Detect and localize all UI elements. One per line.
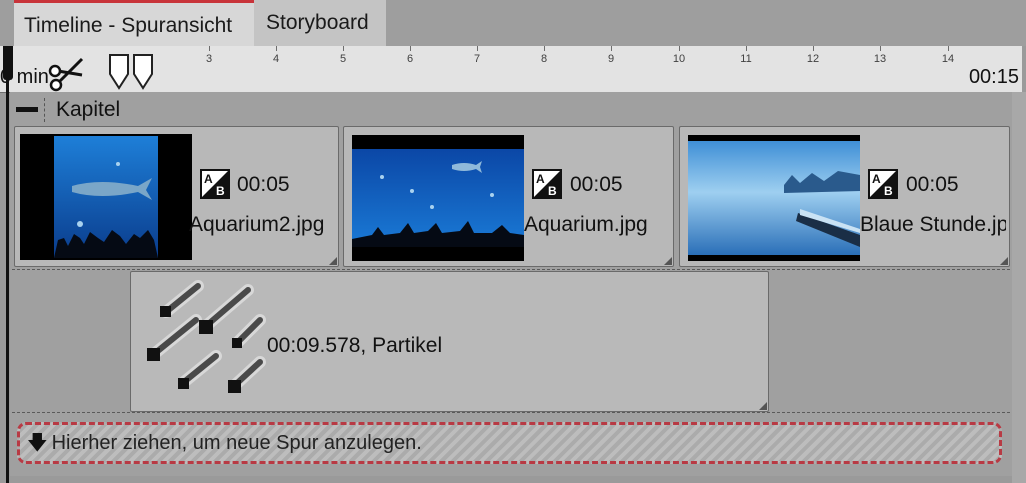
tab-storyboard[interactable]: Storyboard xyxy=(254,0,386,46)
ruler-tick-label: 14 xyxy=(941,53,955,65)
ruler-tick xyxy=(813,46,814,51)
playhead-line xyxy=(6,46,9,483)
ruler-tick-label: 10 xyxy=(672,53,686,65)
ruler-tick xyxy=(948,46,949,51)
track-separator xyxy=(12,412,1010,413)
tab-bar: Timeline - Spuransicht Storyboard xyxy=(0,0,1026,46)
aquarium-whale-shark-image xyxy=(20,134,192,260)
lake-boat-blue-hour-image xyxy=(688,135,860,261)
clip-duration: 00:05 xyxy=(237,173,290,196)
ruler-tick-label: 3 xyxy=(205,53,213,65)
transition-ab-icon[interactable]: A B xyxy=(868,169,898,199)
aquarium-wide-image xyxy=(352,135,524,261)
clip-duration: 00:05 xyxy=(570,173,623,196)
ruler-tick xyxy=(343,46,344,51)
chapter-group-header: Kapitel xyxy=(10,93,1010,126)
image-clip[interactable]: A B 00:05 Blaue Stunde.jpg xyxy=(679,126,1010,267)
separator xyxy=(44,97,46,122)
ruler-tick xyxy=(410,46,411,51)
ruler-tick xyxy=(544,46,545,51)
ruler-tick xyxy=(880,46,881,51)
playhead-handle[interactable] xyxy=(3,46,13,80)
ruler-tick-label: 4 xyxy=(272,53,280,65)
svg-text:B: B xyxy=(216,184,225,198)
playhead[interactable] xyxy=(0,46,13,483)
ruler-tick-label: 13 xyxy=(873,53,887,65)
transition-ab-icon[interactable]: A B xyxy=(532,169,562,199)
resize-handle[interactable] xyxy=(759,402,767,410)
new-track-dropzone[interactable]: 🡇 Hierher ziehen, um neue Spur anzulegen… xyxy=(17,422,1002,464)
ruler-end-time: 00:15 xyxy=(968,66,1019,88)
resize-handle[interactable] xyxy=(1000,257,1008,265)
ruler-tick xyxy=(679,46,680,51)
tab-timeline-track-view[interactable]: Timeline - Spuransicht xyxy=(14,0,254,46)
svg-text:A: A xyxy=(204,172,213,186)
ruler-tick xyxy=(477,46,478,51)
ruler-tick-label: 5 xyxy=(339,53,347,65)
clip-thumbnail xyxy=(20,134,192,260)
particles-icon xyxy=(147,280,266,393)
transition-ab-icon[interactable]: A B xyxy=(200,169,230,199)
track-separator xyxy=(12,269,1010,270)
ruler-tick xyxy=(276,46,277,51)
dropzone-label: Hierher ziehen, um neue Spur anzulegen. xyxy=(51,431,422,454)
svg-text:A: A xyxy=(872,172,881,186)
ruler-tick-label: 6 xyxy=(406,53,414,65)
ruler-tick-label: 7 xyxy=(473,53,481,65)
effect-label: 00:09.578, Partikel xyxy=(267,334,443,357)
particle-effect-clip[interactable]: 00:09.578, Partikel xyxy=(130,271,769,412)
svg-text:B: B xyxy=(884,184,893,198)
svg-text:A: A xyxy=(536,172,545,186)
collapse-icon[interactable] xyxy=(16,107,38,112)
clip-filename: Blaue Stunde.jpg xyxy=(860,213,1006,236)
ruler-tick xyxy=(611,46,612,51)
arrow-down-icon: 🡇 xyxy=(27,432,48,454)
scissors-icon[interactable] xyxy=(48,53,86,93)
svg-text:B: B xyxy=(548,184,557,198)
clip-filename: Aquarium2.jpg xyxy=(189,213,325,236)
ruler-tick xyxy=(209,46,210,51)
ruler-tick-label: 12 xyxy=(806,53,820,65)
range-markers-icon[interactable] xyxy=(108,52,154,90)
chapter-label: Kapitel xyxy=(56,97,121,121)
image-clip[interactable]: A B 00:05 Aquarium.jpg xyxy=(343,126,674,267)
ruler-tick xyxy=(746,46,747,51)
clip-thumbnail xyxy=(352,135,524,261)
clip-filename: Aquarium.jpg xyxy=(524,213,648,236)
resize-handle[interactable] xyxy=(329,257,337,265)
clip-duration: 00:05 xyxy=(906,173,959,196)
ruler-tick-label: 11 xyxy=(740,53,752,65)
vertical-scrollbar[interactable] xyxy=(1012,92,1026,483)
resize-handle[interactable] xyxy=(664,257,672,265)
ruler-tick-label: 9 xyxy=(607,53,615,65)
ruler-tick-label: 8 xyxy=(540,53,548,65)
image-clip[interactable]: A B 00:05 Aquarium2.jpg xyxy=(14,126,339,267)
clip-thumbnail xyxy=(688,135,860,261)
